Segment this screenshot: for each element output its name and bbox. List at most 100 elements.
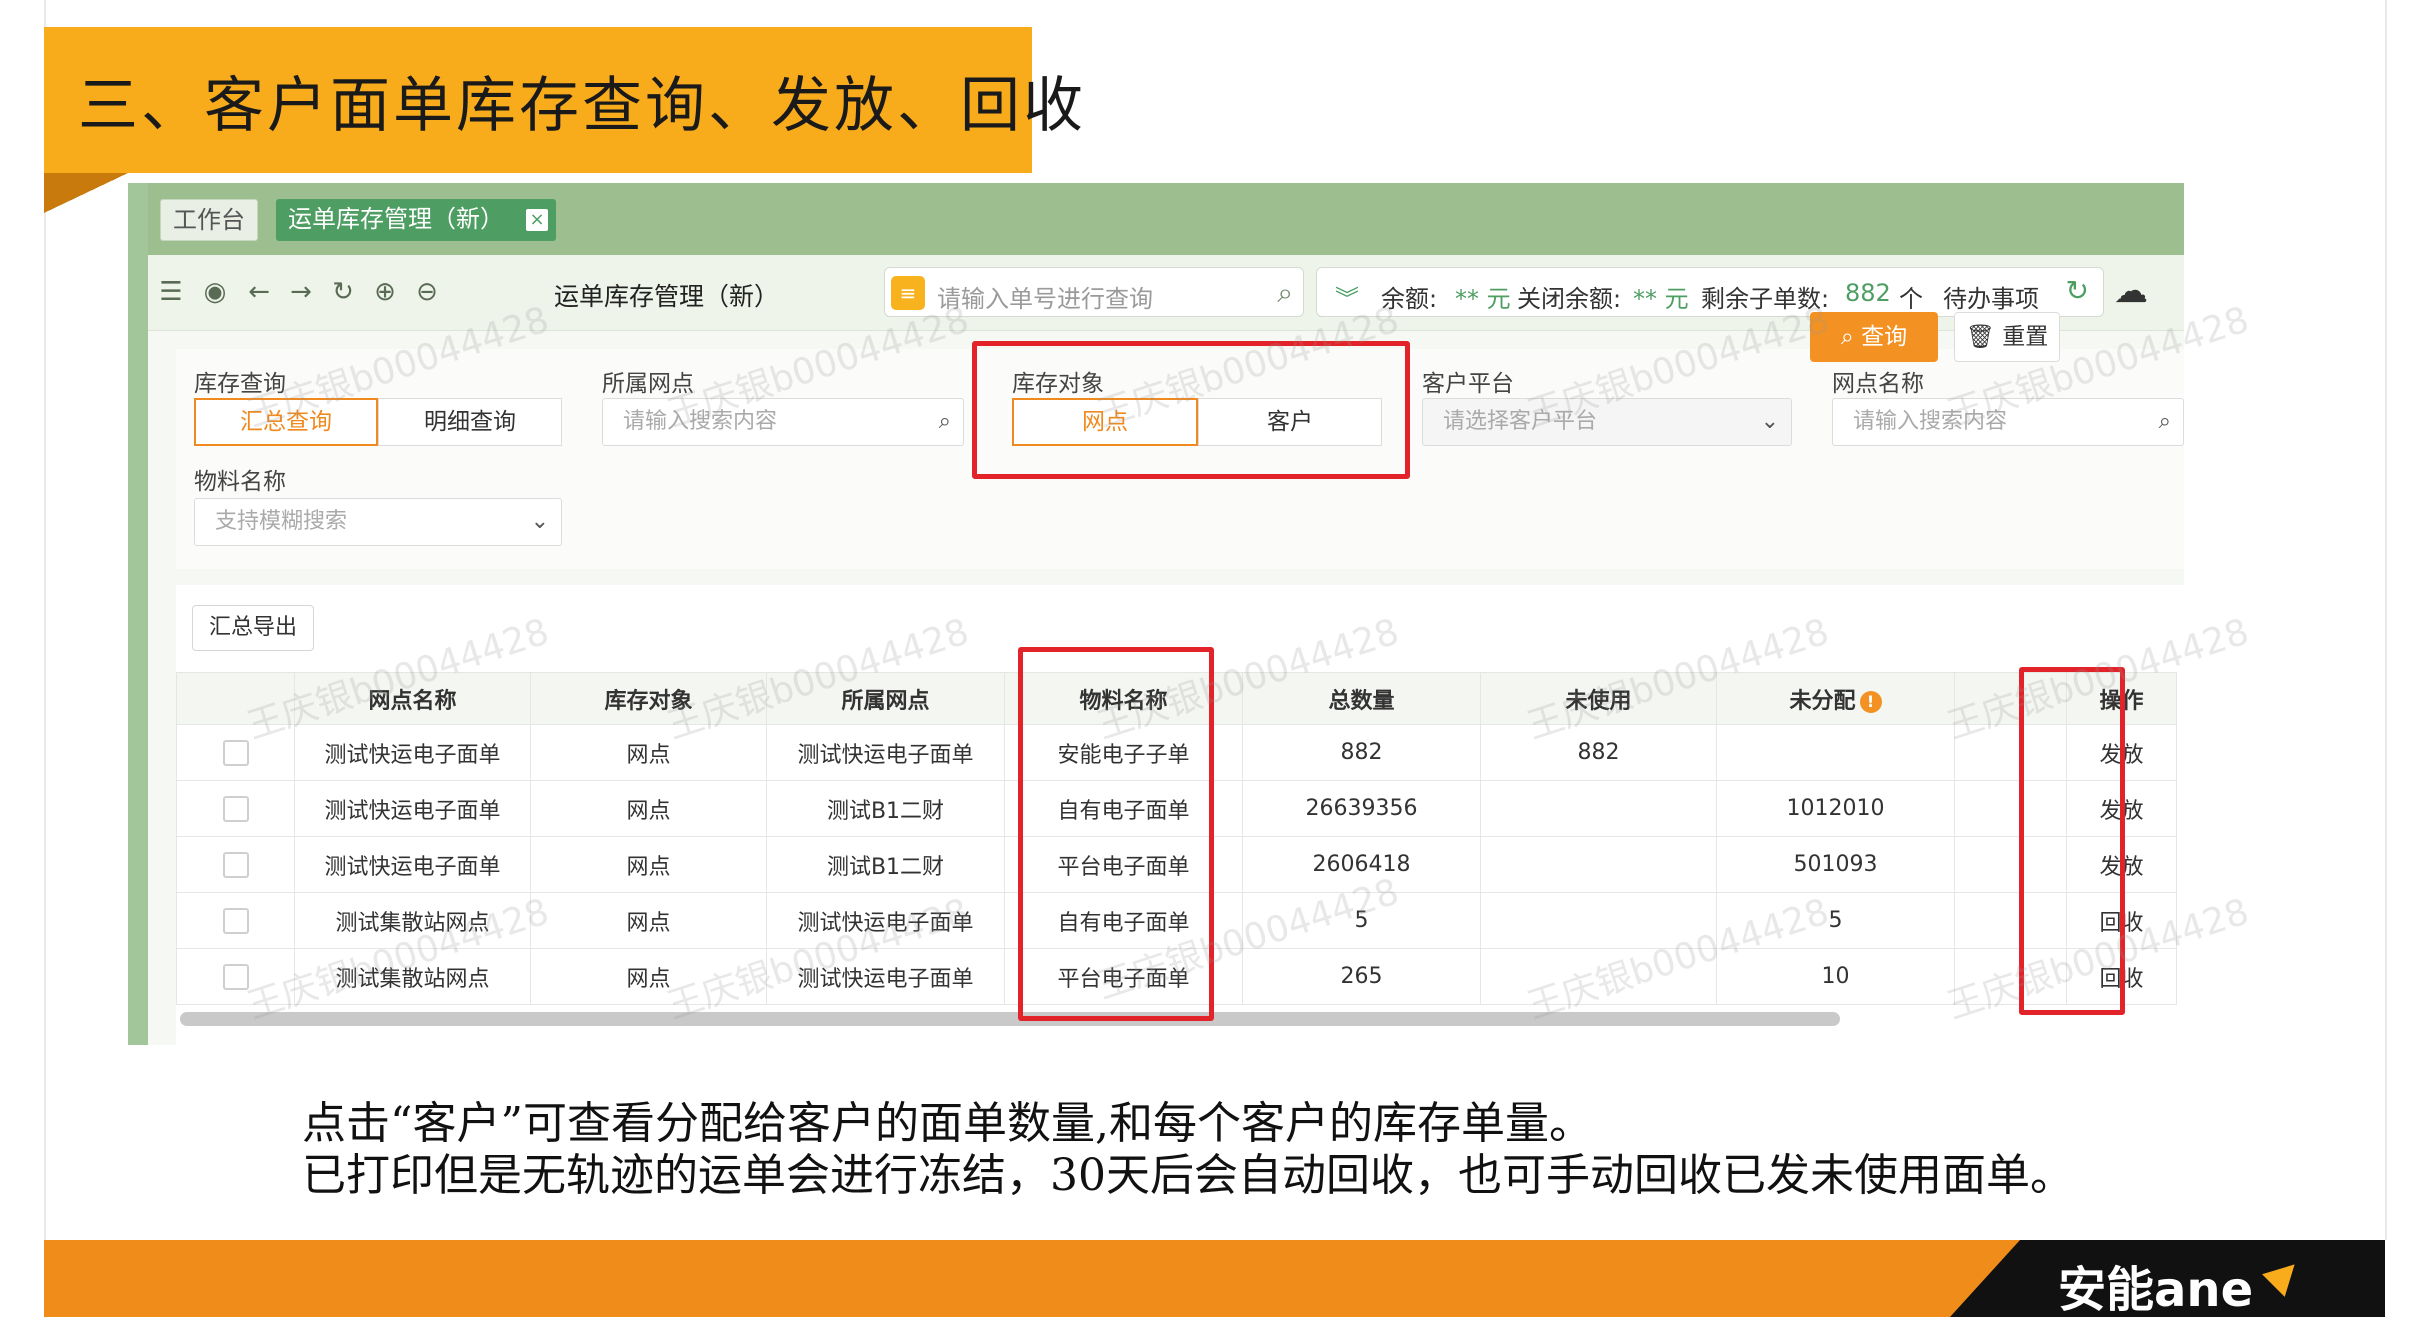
platform-placeholder: 请选择客户平台 [1443, 409, 1598, 434]
cell-branch-name: 测试集散站网点 [294, 948, 531, 1005]
branch-name-placeholder: 请输入搜索内容 [1853, 409, 2008, 434]
col-total: 总数量 [1242, 672, 1481, 725]
tab-workbench[interactable]: 工作台 [160, 199, 258, 241]
export-summary-button[interactable]: 汇总导出 [192, 605, 314, 651]
remaining-unit: 个 [1899, 285, 1923, 313]
cell-branch-name: 测试快运电子面单 [294, 836, 531, 893]
reset-button-label: 重置 [2002, 324, 2049, 350]
cell-total[interactable]: 26639356 [1242, 780, 1481, 837]
search-icon[interactable]: ⌕ [1277, 276, 1293, 310]
checkbox[interactable] [222, 851, 249, 878]
zoom-out-icon[interactable]: ⊖ [410, 275, 444, 309]
cell-unused [1480, 836, 1717, 893]
cell-unallocated[interactable]: 501093 [1716, 836, 1955, 893]
chevron-down-icon: ⌄ [1760, 409, 1779, 434]
row-checkbox[interactable] [176, 948, 295, 1005]
refresh-icon[interactable]: ↻ [326, 275, 360, 309]
refresh-icon[interactable]: ↻ [2066, 274, 2089, 307]
banner-fold [44, 173, 128, 213]
col-branch-name: 网点名称 [294, 672, 531, 725]
zoom-in-icon[interactable]: ⊕ [368, 275, 402, 309]
cell-unallocated[interactable] [1716, 724, 1955, 781]
cell-branch-name: 测试快运电子面单 [294, 780, 531, 837]
row-checkbox[interactable] [176, 780, 295, 837]
chevron-down-icon[interactable]: ︾ [1335, 279, 1359, 314]
title-banner: 三、客户面单库存查询、发放、回收 [44, 27, 1083, 173]
cell-stock-object: 网点 [530, 780, 767, 837]
cell-stock-object: 网点 [530, 724, 767, 781]
branch-label: 所属网点 [602, 371, 694, 397]
todo-link[interactable]: 待办事项 [1943, 279, 2039, 314]
col-unused: 未使用 [1480, 672, 1717, 725]
row-checkbox[interactable] [176, 724, 295, 781]
checkbox[interactable] [222, 795, 249, 822]
material-select[interactable]: 支持模糊搜索 ⌄ [194, 498, 562, 546]
back-arrow-icon[interactable]: ← [242, 275, 276, 309]
query-button-label: 查询 [1861, 324, 1908, 350]
caption-line-1: 点击“客户”可查看分配给客户的面单数量,和每个客户的库存单量。 [302, 1098, 1593, 1149]
col-stock-object: 库存对象 [530, 672, 767, 725]
material-label: 物料名称 [194, 469, 286, 495]
detail-query-button[interactable]: 明细查询 [378, 398, 562, 446]
cell-stock-object: 网点 [530, 836, 767, 893]
tab-stock-management[interactable]: 运单库存管理（新） × [276, 199, 556, 241]
close-icon[interactable]: × [526, 209, 548, 231]
cell-total[interactable]: 2606418 [1242, 836, 1481, 893]
closed-balance-value: ** 元 [1633, 285, 1689, 313]
highlight-material-column [1018, 647, 1214, 1021]
cell-total[interactable]: 882 [1242, 724, 1481, 781]
branch-search-input[interactable]: 请输入搜索内容 ⌕ [602, 398, 964, 446]
chevron-down-icon: ⌄ [530, 509, 549, 534]
platform-select[interactable]: 请选择客户平台 ⌄ [1422, 398, 1792, 446]
cell-owner-branch: 测试B1二财 [766, 780, 1005, 837]
checkbox[interactable] [222, 739, 249, 766]
cell-total[interactable]: 265 [1242, 948, 1481, 1005]
cell-unallocated[interactable]: 5 [1716, 892, 1955, 949]
cell-stock-object: 网点 [530, 892, 767, 949]
reset-button[interactable]: 🗑 重置 [1954, 312, 2060, 362]
menu-icon[interactable]: ☰ [154, 275, 188, 309]
col-unallocated: 未分配! [1716, 672, 1955, 725]
horizontal-scrollbar[interactable] [180, 1012, 1840, 1026]
col-owner-branch: 所属网点 [766, 672, 1005, 725]
caption-line-2: 已打印但是无轨迹的运单会进行冻结，30天后会自动回收，也可手动回收已发未使用面单… [302, 1150, 2074, 1201]
cell-owner-branch: 测试快运电子面单 [766, 948, 1005, 1005]
cell-owner-branch: 测试快运电子面单 [766, 724, 1005, 781]
account-info-bar: ︾ 余额: ** 元 关闭余额: ** 元 剩余子单数: 882 个 待办事项 … [1316, 267, 2104, 317]
screenshot-left-bar [128, 183, 148, 1045]
cell-total[interactable]: 5 [1242, 892, 1481, 949]
cell-unused [1480, 948, 1717, 1005]
checkbox[interactable] [222, 963, 249, 990]
cloud-download-icon[interactable]: ☁ [2114, 271, 2148, 311]
summary-query-button[interactable]: 汇总查询 [194, 398, 378, 446]
eye-icon[interactable]: ◉ [198, 275, 232, 309]
cell-unallocated[interactable]: 10 [1716, 948, 1955, 1005]
balance-value: ** 元 [1455, 285, 1511, 313]
cell-branch-name: 测试集散站网点 [294, 892, 531, 949]
row-checkbox[interactable] [176, 836, 295, 893]
note-icon: ≡ [891, 276, 925, 310]
cell-unused [1480, 780, 1717, 837]
trash-icon: 🗑 [1965, 324, 2003, 350]
closed-balance-label: 关闭余额: [1517, 285, 1622, 313]
row-checkbox[interactable] [176, 892, 295, 949]
tab-bar: 工作台 运单库存管理（新） × [148, 183, 2184, 255]
search-icon[interactable]: ⌕ [939, 399, 951, 445]
page-name: 运单库存管理（新） [554, 282, 780, 311]
checkbox[interactable] [222, 907, 249, 934]
slide-title: 三、客户面单库存查询、发放、回收 [78, 71, 1086, 141]
query-button[interactable]: ⌕ 查询 [1810, 312, 1938, 362]
cell-unallocated[interactable]: 1012010 [1716, 780, 1955, 837]
cell-owner-branch: 测试B1二财 [766, 836, 1005, 893]
tab-stock-management-label: 运单库存管理（新） [288, 205, 504, 233]
forward-arrow-icon[interactable]: → [284, 275, 318, 309]
material-placeholder: 支持模糊搜索 [215, 509, 348, 534]
info-icon[interactable]: ! [1859, 690, 1882, 713]
cell-stock-object: 网点 [530, 948, 767, 1005]
cell-unused [1480, 892, 1717, 949]
branch-name-input[interactable]: 请输入搜索内容 ⌕ [1832, 398, 2184, 446]
cell-owner-branch: 测试快运电子面单 [766, 892, 1005, 949]
waybill-search-input[interactable]: ≡ 请输入单号进行查询 ⌕ [884, 267, 1304, 317]
remaining-label: 剩余子单数: [1701, 285, 1830, 313]
search-icon[interactable]: ⌕ [2159, 399, 2171, 445]
